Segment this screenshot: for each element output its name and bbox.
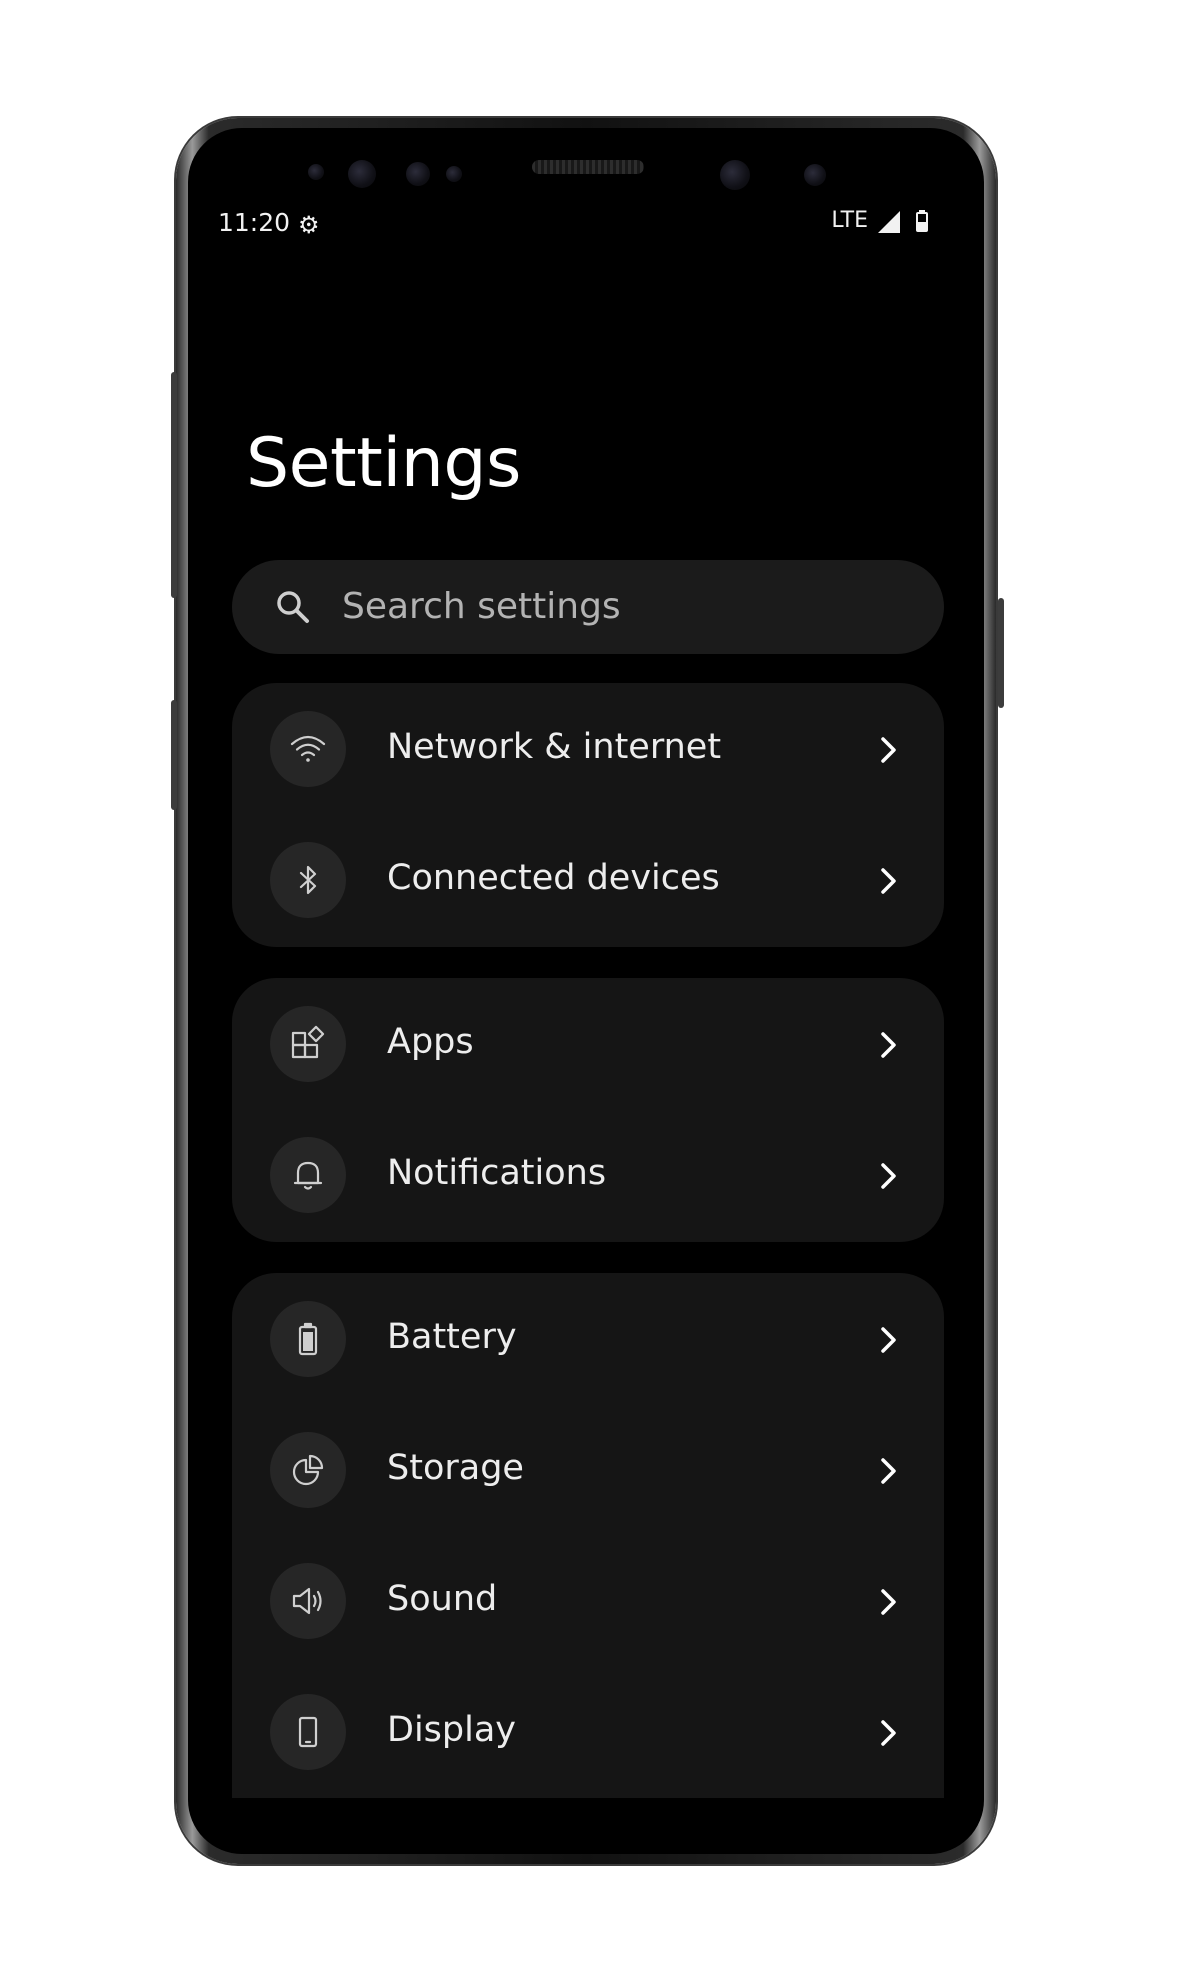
bell-icon [293,1161,323,1190]
volume-button-up [171,372,177,598]
settings-item-battery[interactable]: Battery [232,1273,944,1406]
battery-icon [298,1322,318,1356]
settings-item-apps[interactable]: Apps [232,978,944,1111]
settings-group-connectivity: Network & internet Connected devices [232,683,944,947]
settings-item-label: Network & internet [387,727,722,767]
search-bar[interactable]: Search settings [232,560,944,654]
wifi-icon [290,735,326,762]
settings-item-display[interactable]: Display [232,1666,944,1798]
settings-item-storage[interactable]: Storage [232,1404,944,1537]
icon-circle [270,1694,346,1770]
settings-item-label: Battery [387,1317,517,1357]
settings-item-notifications[interactable]: Notifications [232,1109,944,1242]
front-sensor [804,164,826,186]
power-button [998,598,1004,708]
page-title: Settings [246,424,521,503]
chevron-right-icon [881,868,896,894]
network-type: LTE [831,208,868,233]
chevron-right-icon [881,1163,896,1189]
chevron-right-icon [881,1720,896,1746]
settings-group-device: Battery Storage Sound Display [232,1273,944,1798]
search-icon [277,591,309,623]
settings-item-network[interactable]: Network & internet [232,683,944,816]
settings-item-label: Storage [387,1448,524,1488]
bluetooth-icon [299,865,317,895]
chevron-right-icon [881,1327,896,1353]
phone-icon [298,1716,318,1748]
battery-icon [916,210,928,232]
earpiece-speaker [532,160,644,174]
gear-icon: ⚙ [298,211,320,239]
chevron-right-icon [881,737,896,763]
front-sensor [446,166,462,182]
settings-item-label: Display [387,1710,517,1750]
chevron-right-icon [881,1032,896,1058]
settings-item-sound[interactable]: Sound [232,1535,944,1668]
settings-item-label: Connected devices [387,858,720,898]
icon-circle [270,842,346,918]
settings-item-label: Sound [387,1579,498,1619]
front-sensor [348,160,376,188]
search-input[interactable]: Search settings [342,586,621,627]
front-sensor [406,162,430,186]
icon-circle [270,1006,346,1082]
screen: 11:20 ⚙ LTE Settings Search settings Net… [198,202,974,1798]
settings-item-connected-devices[interactable]: Connected devices [232,814,944,947]
front-sensor [308,164,324,180]
status-bar: 11:20 ⚙ LTE [198,202,974,258]
settings-item-label: Notifications [387,1153,607,1193]
status-time: 11:20 [218,208,291,237]
pie-chart-icon [292,1454,324,1486]
front-camera [720,160,750,190]
icon-circle [270,1137,346,1213]
icon-circle [270,1563,346,1639]
icon-circle [270,1301,346,1377]
volume-button-down [171,700,177,810]
signal-icon [878,211,900,233]
icon-circle [270,711,346,787]
chevron-right-icon [881,1458,896,1484]
chevron-right-icon [881,1589,896,1615]
settings-group-apps: Apps Notifications [232,978,944,1242]
icon-circle [270,1432,346,1508]
speaker-icon [292,1587,322,1615]
apps-icon [291,1025,325,1059]
settings-item-label: Apps [387,1022,474,1062]
